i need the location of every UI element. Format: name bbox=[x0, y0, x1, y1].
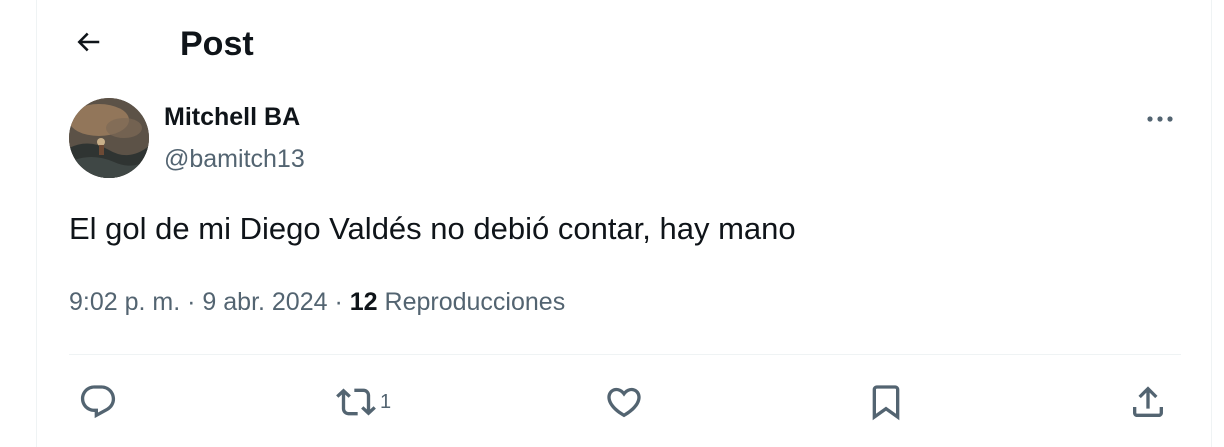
meta-separator: · bbox=[334, 288, 343, 316]
reply-icon bbox=[78, 382, 118, 422]
repost-button[interactable]: 1 bbox=[336, 378, 391, 426]
more-options-button[interactable] bbox=[1138, 102, 1182, 138]
bookmark-icon bbox=[866, 382, 906, 422]
divider bbox=[69, 354, 1181, 355]
bookmark-button[interactable] bbox=[866, 378, 906, 426]
page-header: Post bbox=[36, 0, 1212, 90]
more-horizontal-icon bbox=[1145, 111, 1175, 129]
like-button[interactable] bbox=[604, 378, 644, 426]
repost-icon bbox=[336, 382, 376, 422]
post-text: El gol de mi Diego Valdés no debió conta… bbox=[69, 211, 796, 246]
views-count: 12 bbox=[349, 288, 378, 316]
repost-count: 1 bbox=[380, 390, 392, 413]
reply-button[interactable] bbox=[78, 378, 118, 426]
share-button[interactable] bbox=[1128, 378, 1168, 426]
meta-separator: · bbox=[187, 288, 196, 316]
page-title: Post bbox=[180, 25, 254, 63]
post-metadata: 9:02 p. m. · 9 abr. 2024 · 12 Reproducci… bbox=[69, 284, 565, 320]
share-icon bbox=[1128, 382, 1168, 422]
views-label: Reproducciones bbox=[384, 288, 566, 316]
author-display-name[interactable]: Mitchell BA bbox=[164, 100, 300, 134]
author-handle[interactable]: @bamitch13 bbox=[164, 142, 305, 176]
post-time[interactable]: 9:02 p. m. bbox=[69, 288, 180, 316]
post-date[interactable]: 9 abr. 2024 bbox=[202, 288, 327, 316]
heart-icon bbox=[604, 382, 644, 422]
arrow-left-icon bbox=[73, 27, 103, 62]
avatar[interactable] bbox=[69, 98, 149, 178]
back-button[interactable] bbox=[64, 20, 112, 68]
